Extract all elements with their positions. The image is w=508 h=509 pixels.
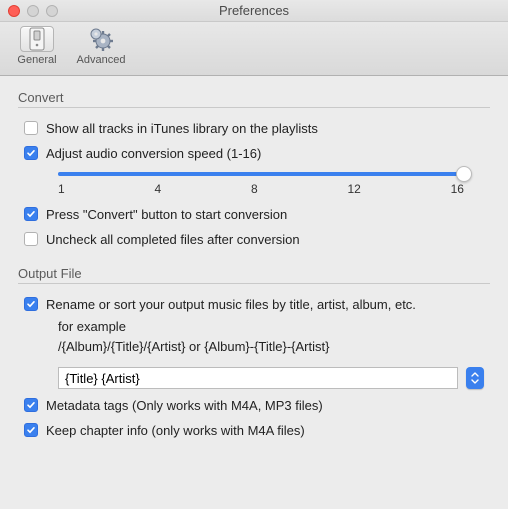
chevron-up-down-icon [470, 371, 480, 385]
option-uncheck-completed[interactable]: Uncheck all completed files after conver… [18, 227, 490, 252]
filename-pattern-dropdown[interactable] [466, 367, 484, 389]
tab-general[interactable]: General [8, 26, 66, 66]
tab-general-label: General [17, 54, 56, 66]
option-metadata-tags[interactable]: Metadata tags (Only works with M4A, MP3 … [18, 393, 490, 418]
option-press-convert[interactable]: Press "Convert" button to start conversi… [18, 202, 490, 227]
checkbox-unchecked-icon[interactable] [24, 232, 38, 246]
content: Convert Show all tracks in iTunes librar… [0, 76, 508, 457]
option-label: Metadata tags (Only works with M4A, MP3 … [46, 397, 323, 414]
minimize-icon[interactable] [27, 5, 39, 17]
example-pattern: /{Album}/{Title}/{Artist} or {Album}-{Ti… [58, 337, 490, 357]
checkbox-checked-icon[interactable] [24, 423, 38, 437]
option-label: Adjust audio conversion speed (1-16) [46, 145, 261, 162]
option-label: Press "Convert" button to start conversi… [46, 206, 287, 223]
checkbox-unchecked-icon[interactable] [24, 121, 38, 135]
slider-track[interactable] [58, 172, 464, 176]
close-icon[interactable] [8, 5, 20, 17]
option-rename-output[interactable]: Rename or sort your output music files b… [18, 292, 490, 317]
divider [18, 283, 490, 284]
checkbox-checked-icon[interactable] [24, 207, 38, 221]
gear-icon [88, 26, 114, 52]
slider-fill [58, 172, 464, 176]
option-label: Show all tracks in iTunes library on the… [46, 120, 318, 137]
titlebar: Preferences [0, 0, 508, 22]
tab-advanced[interactable]: Advanced [72, 26, 130, 66]
window-controls [0, 5, 58, 17]
rename-example: for example /{Album}/{Title}/{Artist} or… [18, 317, 490, 357]
slider-tick: 8 [251, 182, 258, 196]
slider-tick: 4 [154, 182, 161, 196]
zoom-icon[interactable] [46, 5, 58, 17]
filename-pattern-input[interactable] [58, 367, 458, 389]
section-output-title: Output File [18, 266, 490, 281]
window-title: Preferences [0, 3, 508, 18]
slider-ticks: 1 4 8 12 16 [58, 182, 464, 196]
slider-tick: 12 [347, 182, 360, 196]
toolbar: General Advanced [0, 22, 508, 76]
slider-thumb[interactable] [456, 166, 472, 182]
option-label: Keep chapter info (only works with M4A f… [46, 422, 305, 439]
switch-icon [29, 27, 45, 51]
section-convert-title: Convert [18, 90, 490, 105]
slider-tick: 1 [58, 182, 65, 196]
speed-slider[interactable]: 1 4 8 12 16 [18, 166, 490, 202]
checkbox-checked-icon[interactable] [24, 398, 38, 412]
checkbox-checked-icon[interactable] [24, 146, 38, 160]
example-intro: for example [58, 317, 490, 337]
filename-pattern-row [18, 363, 490, 393]
option-show-all-tracks[interactable]: Show all tracks in iTunes library on the… [18, 116, 490, 141]
tab-advanced-label: Advanced [77, 54, 126, 66]
option-label: Uncheck all completed files after conver… [46, 231, 300, 248]
option-label: Rename or sort your output music files b… [46, 296, 416, 313]
option-adjust-speed[interactable]: Adjust audio conversion speed (1-16) [18, 141, 490, 166]
divider [18, 107, 490, 108]
option-keep-chapter[interactable]: Keep chapter info (only works with M4A f… [18, 418, 490, 443]
slider-tick: 16 [451, 182, 464, 196]
checkbox-checked-icon[interactable] [24, 297, 38, 311]
